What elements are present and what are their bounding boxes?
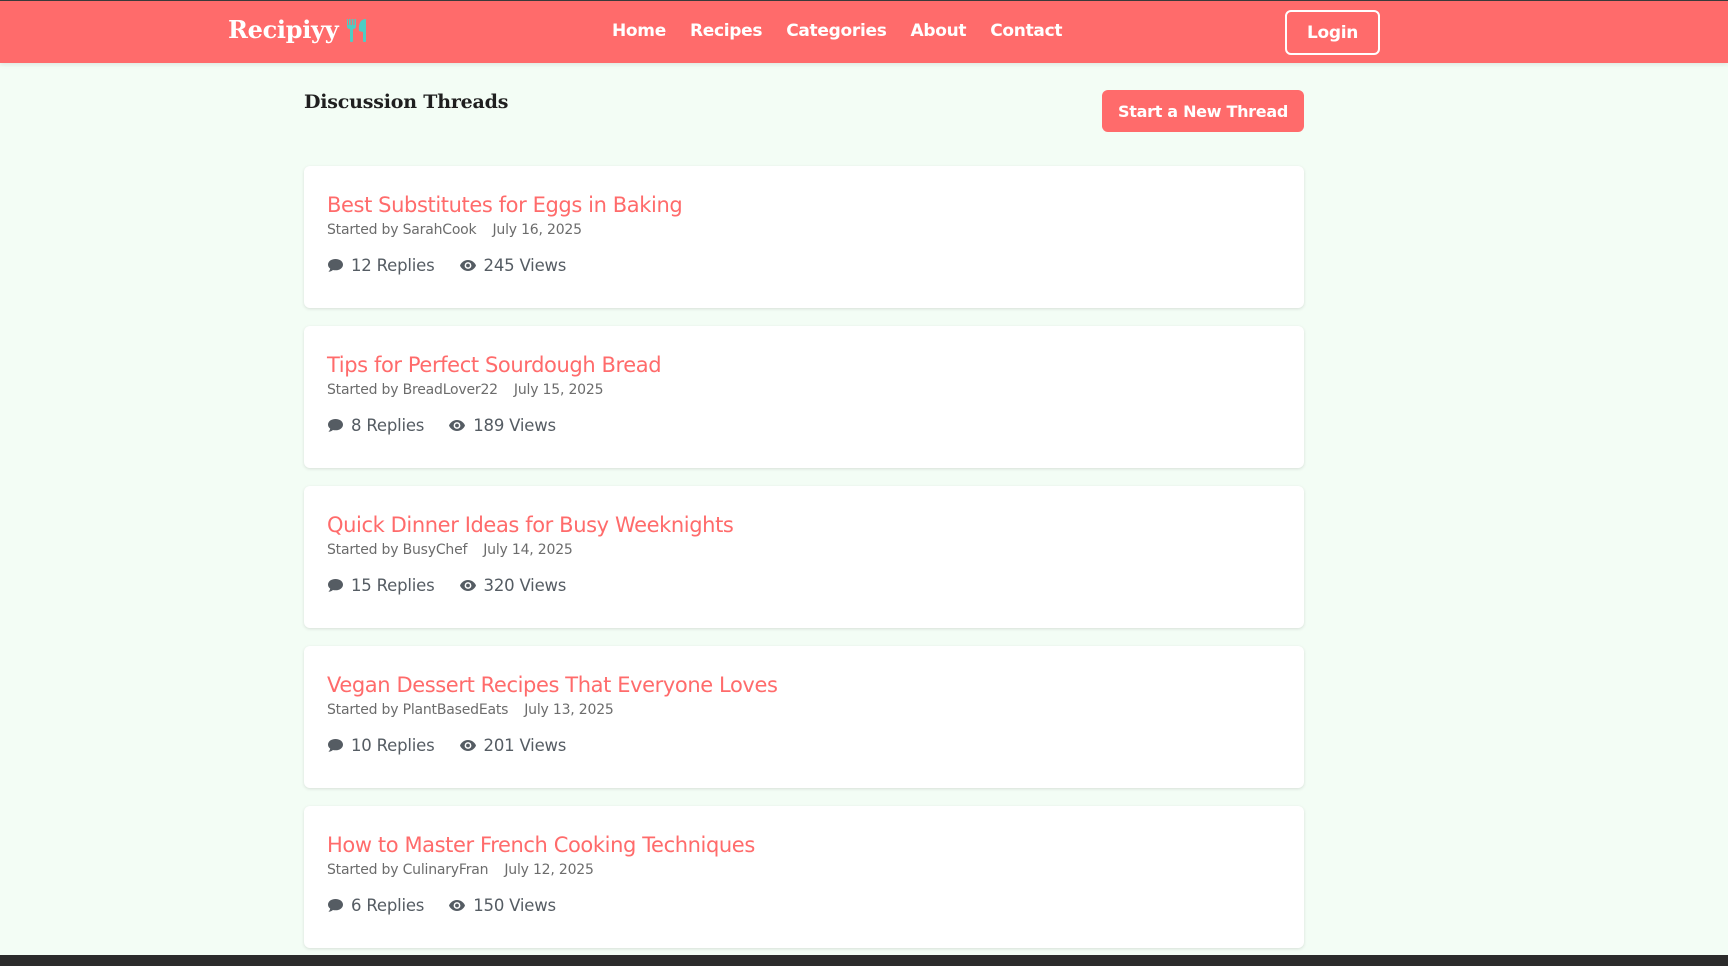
thread-title-link[interactable]: Tips for Perfect Sourdough Bread [327, 352, 1281, 378]
thread-stats: 15 Replies 320 Views [327, 576, 1281, 595]
replies-stat: 12 Replies [327, 256, 435, 275]
thread-stats: 6 Replies 150 Views [327, 896, 1281, 915]
replies-stat: 6 Replies [327, 896, 424, 915]
thread-date: July 13, 2025 [524, 702, 614, 718]
replies-stat: 15 Replies [327, 576, 435, 595]
thread-author: Started by SarahCook [327, 222, 477, 238]
thread-date: July 12, 2025 [504, 862, 594, 878]
nav-about[interactable]: About [911, 21, 967, 41]
thread-author: Started by CulinaryFran [327, 862, 489, 878]
thread-author: Started by BusyChef [327, 542, 468, 558]
replies-count: 15 Replies [351, 576, 435, 595]
views-count: 150 Views [473, 896, 556, 915]
thread-title-link[interactable]: Vegan Dessert Recipes That Everyone Love… [327, 672, 1281, 698]
replies-count: 6 Replies [351, 896, 425, 915]
replies-count: 12 Replies [351, 256, 435, 275]
thread-author: Started by BreadLover22 [327, 382, 498, 398]
page-title: Discussion Threads [304, 91, 509, 113]
thread-meta: Started by BusyChef July 14, 2025 [327, 542, 1281, 558]
top-navbar: Recipiyy Home Recipes Categories About C… [0, 0, 1728, 63]
thread-title-link[interactable]: How to Master French Cooking Techniques [327, 832, 1281, 858]
thread-card: Tips for Perfect Sourdough Bread Started… [304, 326, 1304, 468]
nav-contact[interactable]: Contact [990, 21, 1062, 41]
replies-stat: 8 Replies [327, 416, 424, 435]
thread-card: Vegan Dessert Recipes That Everyone Love… [304, 646, 1304, 788]
nav-categories[interactable]: Categories [786, 21, 887, 41]
views-stat: 245 Views [459, 256, 567, 275]
thread-card: How to Master French Cooking Techniques … [304, 806, 1304, 948]
thread-card: Quick Dinner Ideas for Busy Weeknights S… [304, 486, 1304, 628]
comment-icon [327, 418, 344, 433]
views-stat: 320 Views [459, 576, 567, 595]
main-nav: Home Recipes Categories About Contact [612, 21, 1063, 41]
eye-icon [459, 579, 477, 592]
comment-icon [327, 738, 344, 753]
eye-icon [448, 899, 466, 912]
views-stat: 150 Views [448, 896, 556, 915]
thread-title-link[interactable]: Quick Dinner Ideas for Busy Weeknights [327, 512, 1281, 538]
nav-home[interactable]: Home [612, 21, 666, 41]
replies-stat: 10 Replies [327, 736, 435, 755]
thread-date: July 14, 2025 [483, 542, 573, 558]
brand-logo[interactable]: Recipiyy [228, 15, 370, 44]
views-count: 320 Views [483, 576, 567, 595]
views-count: 201 Views [483, 736, 567, 755]
views-stat: 201 Views [459, 736, 567, 755]
thread-stats: 10 Replies 201 Views [327, 736, 1281, 755]
start-new-thread-button[interactable]: Start a New Thread [1102, 90, 1304, 132]
views-count: 245 Views [483, 256, 567, 275]
thread-meta: Started by PlantBasedEats July 13, 2025 [327, 702, 1281, 718]
thread-meta: Started by SarahCook July 16, 2025 [327, 222, 1281, 238]
thread-stats: 12 Replies 245 Views [327, 256, 1281, 275]
thread-stats: 8 Replies 189 Views [327, 416, 1281, 435]
thread-meta: Started by CulinaryFran July 12, 2025 [327, 862, 1281, 878]
thread-date: July 16, 2025 [492, 222, 582, 238]
eye-icon [448, 419, 466, 432]
thread-title-link[interactable]: Best Substitutes for Eggs in Baking [327, 192, 1281, 218]
comment-icon [327, 578, 344, 593]
eye-icon [459, 259, 477, 272]
brand-name: Recipiyy [228, 15, 339, 44]
thread-author: Started by PlantBasedEats [327, 702, 509, 718]
comment-icon [327, 258, 344, 273]
views-count: 189 Views [473, 416, 556, 435]
eye-icon [459, 739, 477, 752]
replies-count: 10 Replies [351, 736, 435, 755]
login-button[interactable]: Login [1285, 10, 1380, 55]
nav-recipes[interactable]: Recipes [690, 21, 763, 41]
replies-count: 8 Replies [351, 416, 425, 435]
comment-icon [327, 898, 344, 913]
thread-list: Best Substitutes for Eggs in Baking Star… [304, 166, 1304, 966]
thread-date: July 15, 2025 [513, 382, 604, 398]
thread-card: Best Substitutes for Eggs in Baking Star… [304, 166, 1304, 308]
views-stat: 189 Views [448, 416, 556, 435]
utensils-icon [344, 17, 370, 43]
taskbar-strip [0, 955, 1728, 966]
thread-meta: Started by BreadLover22 July 15, 2025 [327, 382, 1281, 398]
